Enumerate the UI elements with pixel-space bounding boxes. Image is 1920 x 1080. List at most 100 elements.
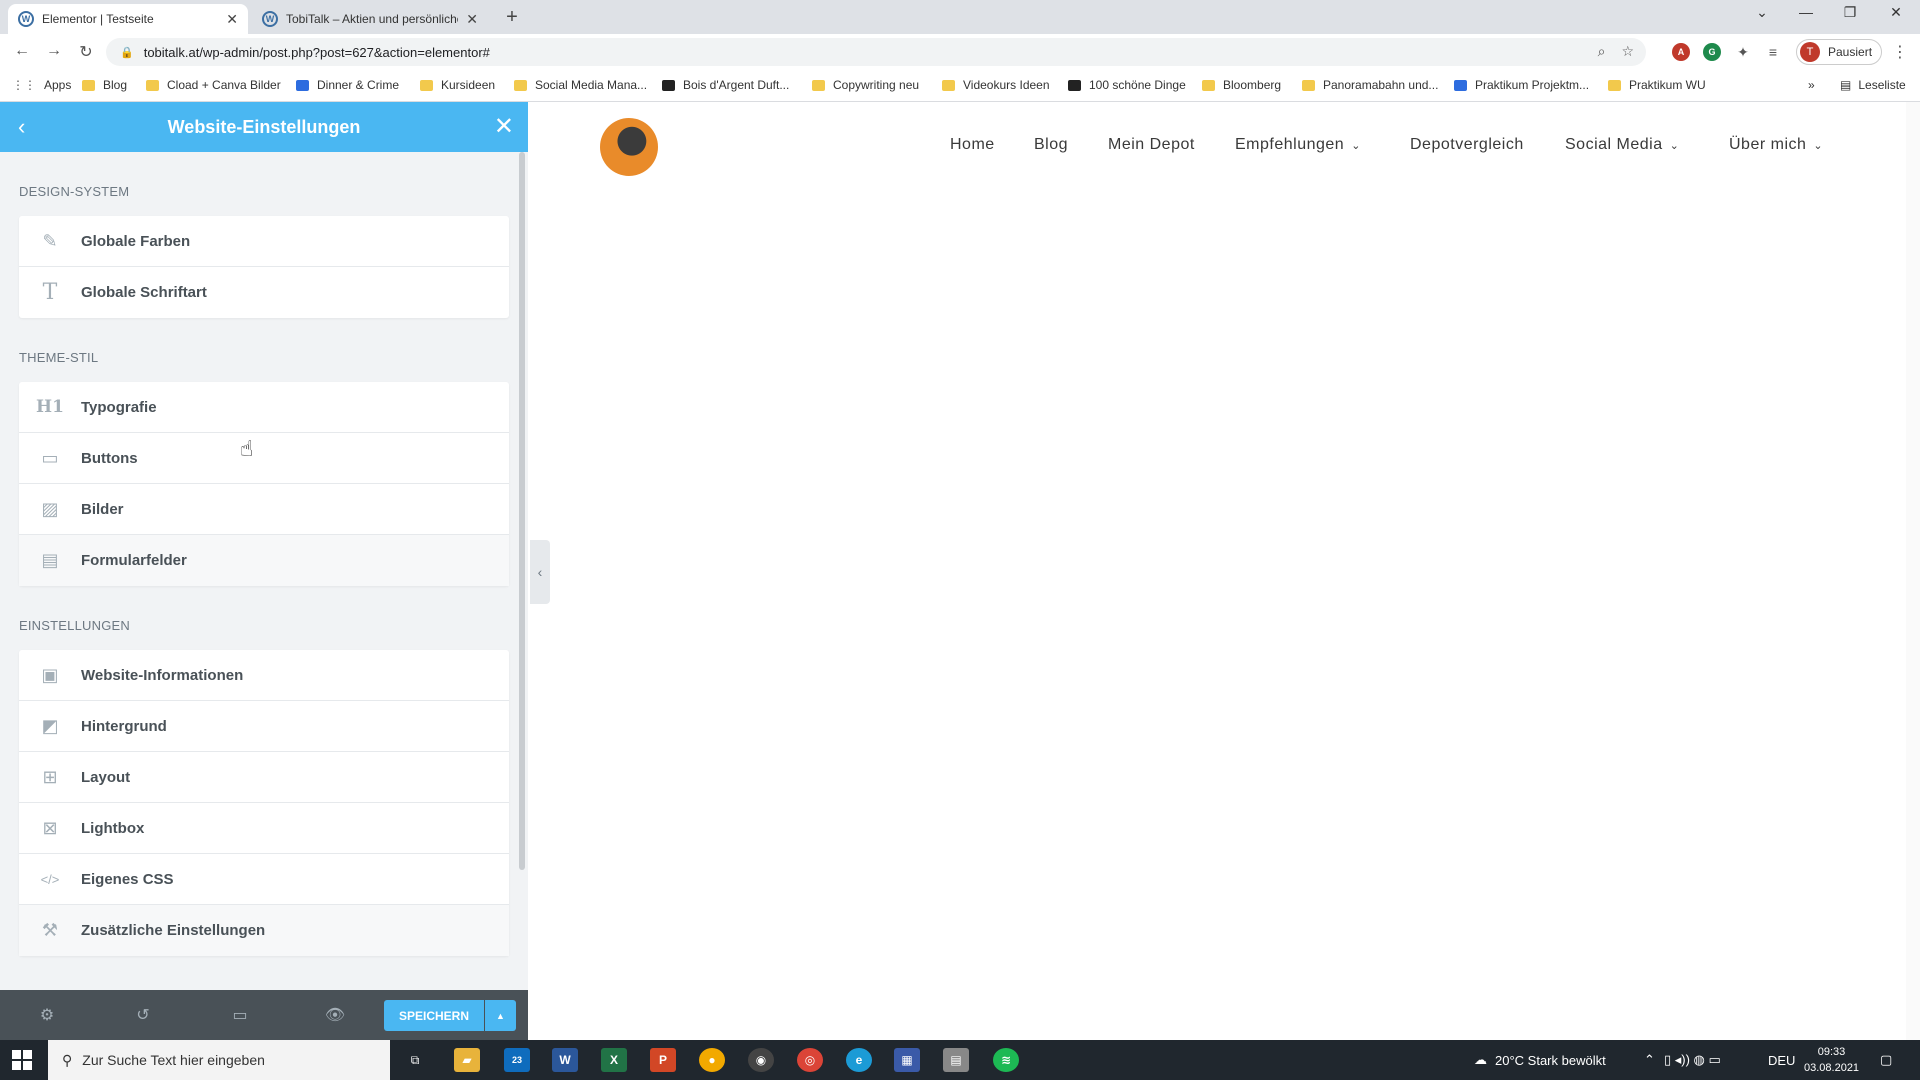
browser-toolbar: ← → ↻ 🔒 tobitalk.at/wp-admin/post.php?po…	[0, 34, 1920, 70]
mail-icon[interactable]: 23	[504, 1048, 530, 1072]
app-icon[interactable]: ●	[699, 1048, 725, 1072]
menu-item-globale-farben[interactable]: ✎ Globale Farben	[19, 216, 509, 267]
spotify-icon[interactable]: ≋	[993, 1048, 1019, 1072]
back-icon[interactable]: ←	[10, 42, 34, 60]
nav-home[interactable]: Home	[950, 136, 995, 154]
search-icon: ⚲	[62, 1051, 73, 1068]
text-icon: T	[42, 280, 58, 305]
nav-depotvergleich[interactable]: Depotvergleich	[1410, 136, 1524, 154]
bookmark-item[interactable]: Panoramabahn und...	[1302, 78, 1438, 92]
back-icon[interactable]: ‹	[18, 114, 25, 140]
tray-chevron-icon[interactable]: ⌃	[1644, 1040, 1655, 1080]
menu-item-lightbox[interactable]: ⊠ Lightbox	[19, 803, 509, 854]
save-button[interactable]: SPEICHERN	[384, 1000, 484, 1031]
menu-item-zusaetzliche-einstellungen[interactable]: ⚒ Zusätzliche Einstellungen	[19, 905, 509, 956]
new-tab-button[interactable]: +	[500, 6, 524, 29]
file-explorer-icon[interactable]: ▰	[454, 1048, 480, 1072]
menu-item-layout[interactable]: ⊞ Layout	[19, 752, 509, 803]
notepad-icon[interactable]: ▤	[943, 1048, 969, 1072]
preview-eye-icon[interactable]: 👁	[320, 1005, 350, 1025]
close-icon[interactable]: ✕	[494, 112, 514, 141]
bookmark-star-icon[interactable]: ☆	[1621, 43, 1634, 60]
windows-start-icon[interactable]	[12, 1050, 32, 1070]
bookmark-item[interactable]: Dinner & Crime	[296, 78, 399, 92]
tray-icons[interactable]: ▯ ◂)) ◍ ▭	[1664, 1040, 1721, 1080]
nav-blog[interactable]: Blog	[1034, 136, 1068, 154]
bookmark-item[interactable]: Cload + Canva Bilder	[146, 78, 281, 92]
minimize-button[interactable]: —	[1786, 4, 1826, 20]
obs-icon[interactable]: ◉	[748, 1048, 774, 1072]
history-icon[interactable]: ↺	[128, 1005, 158, 1025]
notifications-icon[interactable]: ▢	[1880, 1040, 1892, 1080]
settings-gear-icon[interactable]: ⚙	[32, 1005, 62, 1025]
bookmark-item[interactable]: Blog	[82, 78, 127, 92]
taskbar-search-input[interactable]: ⚲ Zur Suche Text hier eingeben	[48, 1040, 390, 1080]
responsive-mode-icon[interactable]: ▭	[225, 1005, 255, 1025]
bookmarks-bar: ⋮⋮ Apps Blog Cload + Canva Bilder Dinner …	[0, 70, 1920, 102]
input-language[interactable]: DEU	[1768, 1040, 1795, 1080]
panel-header: ‹ Website-Einstellungen ✕	[0, 102, 528, 152]
menu-item-typografie[interactable]: H1 Typografie	[19, 382, 509, 433]
code-icon: </>	[40, 871, 60, 887]
bookmark-item[interactable]: Bloomberg	[1202, 78, 1281, 92]
reading-list-button[interactable]: ▤ Leseliste	[1840, 78, 1906, 92]
close-window-button[interactable]: ✕	[1876, 4, 1916, 21]
nav-ueber-mich[interactable]: Über mich ⌄	[1729, 136, 1823, 154]
reload-icon[interactable]: ↻	[74, 42, 98, 62]
nav-mein-depot[interactable]: Mein Depot	[1108, 136, 1195, 154]
bookmark-item[interactable]: Praktikum WU	[1608, 78, 1706, 92]
adblock-extension-icon[interactable]: A	[1672, 43, 1690, 61]
menu-item-website-informationen[interactable]: ▣ Website-Informationen	[19, 650, 509, 701]
bookmark-apps[interactable]: ⋮⋮ Apps	[12, 78, 71, 92]
grammarly-extension-icon[interactable]: G	[1703, 43, 1721, 61]
nav-social-media[interactable]: Social Media ⌄	[1565, 136, 1679, 154]
extensions-icon[interactable]: ✦	[1734, 43, 1752, 61]
chrome-icon[interactable]: ◎	[797, 1048, 823, 1072]
bookmark-item[interactable]: Videokurs Ideen	[942, 78, 1050, 92]
tab-close-icon[interactable]: ✕	[226, 11, 238, 28]
panel-collapse-handle[interactable]: ‹	[530, 540, 550, 604]
bookmark-item[interactable]: Copywriting neu	[812, 78, 919, 92]
nav-empfehlungen[interactable]: Empfehlungen ⌄	[1235, 136, 1361, 154]
tab-close-icon[interactable]: ✕	[466, 11, 478, 28]
address-bar[interactable]: 🔒 tobitalk.at/wp-admin/post.php?post=627…	[106, 38, 1646, 66]
page-scrollbar[interactable]	[1906, 102, 1920, 1040]
restore-button[interactable]: ❐	[1830, 4, 1870, 21]
word-icon[interactable]: W	[552, 1048, 578, 1072]
save-options-caret-icon[interactable]: ▲	[485, 1000, 516, 1031]
panel-scrollbar[interactable]	[519, 152, 525, 870]
menu-item-formularfelder[interactable]: ▤ Formularfelder	[19, 535, 509, 586]
excel-icon[interactable]: X	[601, 1048, 627, 1072]
menu-item-bilder[interactable]: ▨ Bilder	[19, 484, 509, 535]
zoom-icon[interactable]: ⌕	[1598, 43, 1606, 60]
bookmark-item[interactable]: Social Media Mana...	[514, 78, 647, 92]
task-view-icon[interactable]: ⧉	[402, 1048, 428, 1072]
bookmark-item[interactable]: Bois d'Argent Duft...	[662, 78, 789, 92]
menu-item-buttons[interactable]: ▭ Buttons	[19, 433, 509, 484]
browser-menu-icon[interactable]: ⋮	[1892, 42, 1908, 62]
menu-item-hintergrund[interactable]: ◩ Hintergrund	[19, 701, 509, 752]
menu-item-globale-schriftart[interactable]: T Globale Schriftart	[19, 267, 509, 318]
bookmark-item[interactable]: Kursideen	[420, 78, 495, 92]
bookmark-item[interactable]: Praktikum Projektm...	[1454, 78, 1589, 92]
bookmark-item[interactable]: 100 schöne Dinge	[1068, 78, 1186, 92]
media-control-icon[interactable]: ≡	[1764, 43, 1782, 61]
tab-search-icon[interactable]: ⌄	[1742, 4, 1782, 21]
chevron-left-icon: ‹	[537, 564, 543, 580]
clock[interactable]: 09:33 03.08.2021	[1804, 1044, 1859, 1076]
site-logo[interactable]	[600, 118, 658, 176]
edge-icon[interactable]: e	[846, 1048, 872, 1072]
tab-title: Elementor | Testseite	[42, 12, 154, 26]
tab-elementor[interactable]: W Elementor | Testseite ✕	[8, 4, 248, 34]
menu-item-eigenes-css[interactable]: </> Eigenes CSS	[19, 854, 509, 905]
powerpoint-icon[interactable]: P	[650, 1048, 676, 1072]
image-icon: ▨	[41, 498, 59, 519]
profile-button[interactable]: T Pausiert	[1796, 39, 1882, 65]
forward-icon[interactable]: →	[42, 42, 66, 60]
more-bookmarks-icon[interactable]: »	[1808, 78, 1815, 92]
tab-tobitalk[interactable]: W TobiTalk – Aktien und persönliche ✕	[252, 4, 488, 34]
lock-icon: 🔒	[120, 46, 134, 59]
background-icon: ◩	[41, 715, 59, 736]
weather-widget[interactable]: ☁ 20°C Stark bewölkt	[1474, 1040, 1606, 1080]
app-icon[interactable]: ▦	[894, 1048, 920, 1072]
